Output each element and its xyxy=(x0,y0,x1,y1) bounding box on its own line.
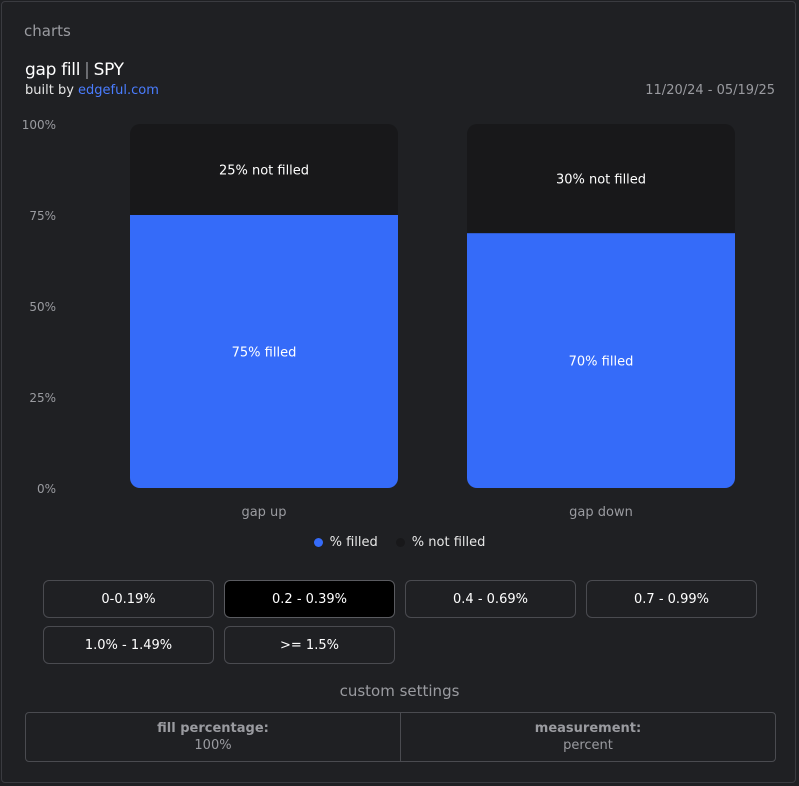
legend-dot-filled xyxy=(313,538,323,547)
filter-button-1.0-1.49[interactable]: 1.0% - 1.49% xyxy=(43,626,214,664)
y-tick-label: 75% xyxy=(29,209,56,223)
filter-button-0.2-0.39[interactable]: 0.2 - 0.39% xyxy=(224,580,395,618)
y-tick-label: 0% xyxy=(37,482,56,496)
legend-dot-not-filled xyxy=(395,538,405,547)
gap-fill-chart: 0% 25% 50% 75% 100% 25% not filled 75% filled g… xyxy=(22,118,735,520)
y-tick-label: 100% xyxy=(22,118,56,132)
x-category-label: gap up xyxy=(241,505,286,520)
setting-fill-percentage-label: fill percentage: xyxy=(157,721,269,736)
bar-group-gap-up[interactable] xyxy=(130,124,398,488)
legend-item-not-filled[interactable]: % not filled xyxy=(395,535,486,550)
y-tick-label: 25% xyxy=(29,391,56,405)
legend-label-filled: % filled xyxy=(329,535,378,550)
bar-label-filled: 75% filled xyxy=(232,346,297,361)
filter-button-1.5-plus[interactable]: >= 1.5% xyxy=(224,626,395,664)
filter-button-0.4-0.69[interactable]: 0.4 - 0.69% xyxy=(405,580,576,618)
setting-measurement-value: percent xyxy=(563,738,613,753)
bar-label-not-filled: 30% not filled xyxy=(556,173,646,188)
filter-button-0-0.19[interactable]: 0-0.19% xyxy=(43,580,214,618)
gap-size-filters: 0-0.19% 0.2 - 0.39% 0.4 - 0.69% 0.7 - 0.… xyxy=(43,580,759,664)
setting-fill-percentage-value: 100% xyxy=(194,738,232,753)
custom-settings-panel: fill percentage: 100% measurement: perce… xyxy=(25,712,776,762)
legend-item-filled[interactable]: % filled xyxy=(313,535,378,550)
chart-legend: % filled % not filled xyxy=(0,535,799,550)
bar-label-not-filled: 25% not filled xyxy=(219,164,309,179)
setting-measurement: measurement: percent xyxy=(400,713,775,761)
x-category-label: gap down xyxy=(569,505,633,520)
custom-settings-title: custom settings xyxy=(339,682,460,700)
setting-measurement-label: measurement: xyxy=(534,721,642,736)
y-tick-label: 50% xyxy=(29,300,56,314)
legend-label-not-filled: % not filled xyxy=(411,535,486,550)
filter-button-0.7-0.99[interactable]: 0.7 - 0.99% xyxy=(586,580,757,618)
setting-fill-percentage: fill percentage: 100% xyxy=(26,713,400,761)
bar-label-filled: 70% filled xyxy=(569,355,634,370)
